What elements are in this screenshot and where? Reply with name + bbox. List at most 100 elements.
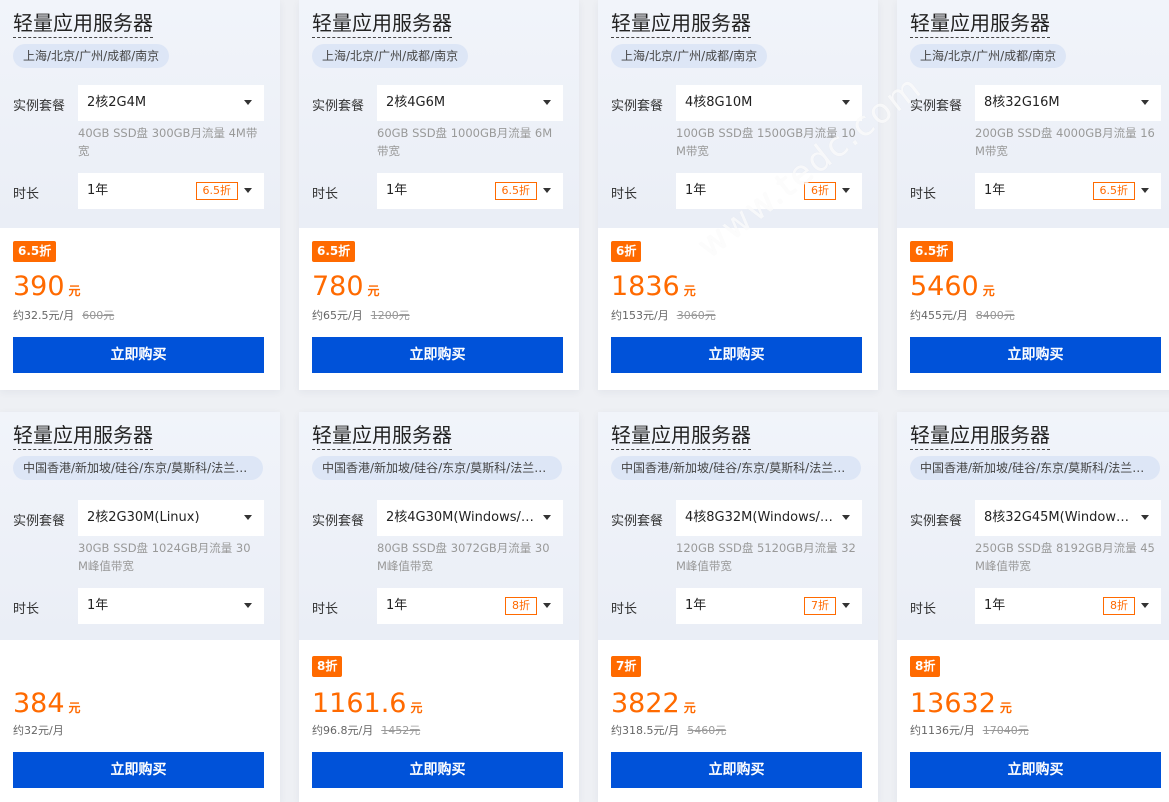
duration-label: 时长 bbox=[910, 602, 937, 617]
plan-select[interactable]: 2核2G30M(Linux) bbox=[78, 500, 264, 536]
duration-label: 时长 bbox=[611, 187, 638, 202]
duration-label: 时长 bbox=[13, 187, 40, 202]
monthly-value: 约32.5元/月 bbox=[13, 309, 75, 322]
plan-value: 4核8G32M(Windows/Linux) bbox=[685, 510, 860, 525]
duration-discount-tag: 8折 bbox=[1103, 597, 1135, 615]
product-card: 轻量应用服务器 中国香港/新加坡/硅谷/东京/莫斯科/法兰克福 实例套餐 2核4… bbox=[299, 412, 579, 802]
buy-now-button[interactable]: 立即购买 bbox=[13, 752, 264, 788]
card-title: 轻量应用服务器 bbox=[312, 10, 452, 38]
buy-now-button[interactable]: 立即购买 bbox=[611, 337, 862, 373]
price: 1161.6 元 bbox=[312, 687, 423, 725]
chevron-down-icon bbox=[1141, 603, 1149, 608]
product-card: 轻量应用服务器 上海/北京/广州/成都/南京 实例套餐 2核4G6M 60GB … bbox=[299, 0, 579, 390]
monthly-price: 约1136元/月 17040元 bbox=[910, 722, 1029, 738]
price: 3822 元 bbox=[611, 687, 696, 725]
plan-select[interactable]: 2核4G6M bbox=[377, 85, 563, 121]
discount-badge: 6.5折 bbox=[13, 241, 57, 262]
original-price: 1452元 bbox=[381, 724, 421, 737]
buy-now-button[interactable]: 立即购买 bbox=[910, 752, 1161, 788]
region-tag: 上海/北京/广州/成都/南京 bbox=[312, 44, 469, 68]
price-value: 384 bbox=[13, 688, 65, 719]
card-title: 轻量应用服务器 bbox=[312, 422, 452, 450]
card-title: 轻量应用服务器 bbox=[910, 10, 1050, 38]
chevron-down-icon bbox=[244, 188, 252, 193]
chevron-down-icon bbox=[1141, 188, 1149, 193]
monthly-value: 约32元/月 bbox=[13, 724, 64, 737]
discount-badge: 6折 bbox=[611, 241, 642, 262]
product-card: 轻量应用服务器 中国香港/新加坡/硅谷/东京/莫斯科/法兰克福 实例套餐 4核8… bbox=[598, 412, 878, 802]
duration-label: 时长 bbox=[910, 187, 937, 202]
plan-select[interactable]: 8核32G16M bbox=[975, 85, 1161, 121]
buy-now-button[interactable]: 立即购买 bbox=[611, 752, 862, 788]
duration-label: 时长 bbox=[312, 187, 339, 202]
product-card: 轻量应用服务器 上海/北京/广州/成都/南京 实例套餐 4核8G10M 100G… bbox=[598, 0, 878, 390]
original-price: 5460元 bbox=[687, 724, 727, 737]
region-tag: 中国香港/新加坡/硅谷/东京/莫斯科/法兰克福 bbox=[13, 456, 263, 480]
price-unit: 元 bbox=[68, 701, 81, 715]
buy-now-button[interactable]: 立即购买 bbox=[312, 337, 563, 373]
duration-value: 1年 bbox=[87, 183, 109, 198]
plan-value: 2核4G30M(Windows/Linux) bbox=[386, 510, 561, 525]
plan-select[interactable]: 8核32G45M(Windows/Linux) bbox=[975, 500, 1161, 536]
duration-select[interactable]: 1年 8折 bbox=[975, 588, 1161, 624]
price: 5460 元 bbox=[910, 270, 995, 308]
duration-value: 1年 bbox=[984, 598, 1006, 613]
chevron-down-icon bbox=[1141, 100, 1149, 105]
product-card: 轻量应用服务器 中国香港/新加坡/硅谷/东京/莫斯科/法兰克福 实例套餐 8核3… bbox=[897, 412, 1169, 802]
price-unit: 元 bbox=[982, 284, 995, 298]
duration-discount-tag: 7折 bbox=[804, 597, 836, 615]
plan-value: 8核32G16M bbox=[984, 95, 1060, 110]
plan-value: 4核8G10M bbox=[685, 95, 753, 110]
plan-select[interactable]: 2核4G30M(Windows/Linux) bbox=[377, 500, 563, 536]
card-title: 轻量应用服务器 bbox=[13, 422, 153, 450]
discount-badge: 8折 bbox=[910, 656, 941, 677]
plan-value: 8核32G45M(Windows/Linux) bbox=[984, 510, 1161, 525]
duration-select[interactable]: 1年 7折 bbox=[676, 588, 862, 624]
duration-select[interactable]: 1年 6.5折 bbox=[975, 173, 1161, 209]
chevron-down-icon bbox=[842, 188, 850, 193]
card-title: 轻量应用服务器 bbox=[611, 422, 751, 450]
card-title: 轻量应用服务器 bbox=[13, 10, 153, 38]
plan-description: 40GB SSD盘 300GB月流量 4M带宽 bbox=[78, 126, 258, 158]
duration-label: 时长 bbox=[312, 602, 339, 617]
chevron-down-icon bbox=[543, 188, 551, 193]
duration-select[interactable]: 1年 6折 bbox=[676, 173, 862, 209]
discount-badge: 7折 bbox=[611, 656, 642, 677]
price-value: 3822 bbox=[611, 688, 680, 719]
duration-select[interactable]: 1年 6.5折 bbox=[377, 173, 563, 209]
buy-now-button[interactable]: 立即购买 bbox=[13, 337, 264, 373]
discount-badge: 6.5折 bbox=[312, 241, 356, 262]
monthly-value: 约1136元/月 bbox=[910, 724, 975, 737]
plan-select[interactable]: 2核2G4M bbox=[78, 85, 264, 121]
monthly-value: 约96.8元/月 bbox=[312, 724, 374, 737]
plan-select[interactable]: 4核8G32M(Windows/Linux) bbox=[676, 500, 862, 536]
card-title: 轻量应用服务器 bbox=[611, 10, 751, 38]
monthly-value: 约455元/月 bbox=[910, 309, 968, 322]
chevron-down-icon bbox=[244, 603, 252, 608]
monthly-price: 约153元/月 3060元 bbox=[611, 307, 716, 323]
duration-select[interactable]: 1年 6.5折 bbox=[78, 173, 264, 209]
chevron-down-icon bbox=[543, 603, 551, 608]
price-unit: 元 bbox=[683, 701, 696, 715]
duration-label: 时长 bbox=[611, 602, 638, 617]
chevron-down-icon bbox=[543, 100, 551, 105]
monthly-price: 约318.5元/月 5460元 bbox=[611, 722, 726, 738]
region-tag: 中国香港/新加坡/硅谷/东京/莫斯科/法兰克福 bbox=[910, 456, 1160, 480]
plan-select[interactable]: 4核8G10M bbox=[676, 85, 862, 121]
duration-select[interactable]: 1年 8折 bbox=[377, 588, 563, 624]
plan-label: 实例套餐 bbox=[910, 514, 963, 529]
buy-now-button[interactable]: 立即购买 bbox=[910, 337, 1161, 373]
plan-label: 实例套餐 bbox=[312, 514, 365, 529]
buy-now-button[interactable]: 立即购买 bbox=[312, 752, 563, 788]
plan-label: 实例套餐 bbox=[13, 99, 66, 114]
duration-select[interactable]: 1年 bbox=[78, 588, 264, 624]
plan-description: 60GB SSD盘 1000GB月流量 6M带宽 bbox=[377, 126, 553, 158]
product-card: 轻量应用服务器 上海/北京/广州/成都/南京 实例套餐 2核2G4M 40GB … bbox=[0, 0, 280, 390]
price-unit: 元 bbox=[68, 284, 81, 298]
chevron-down-icon bbox=[842, 100, 850, 105]
chevron-down-icon bbox=[842, 515, 850, 520]
plan-description: 120GB SSD盘 5120GB月流量 32M峰值带宽 bbox=[676, 541, 856, 573]
plan-label: 实例套餐 bbox=[312, 99, 365, 114]
monthly-value: 约318.5元/月 bbox=[611, 724, 680, 737]
plan-value: 2核2G30M(Linux) bbox=[87, 510, 200, 525]
